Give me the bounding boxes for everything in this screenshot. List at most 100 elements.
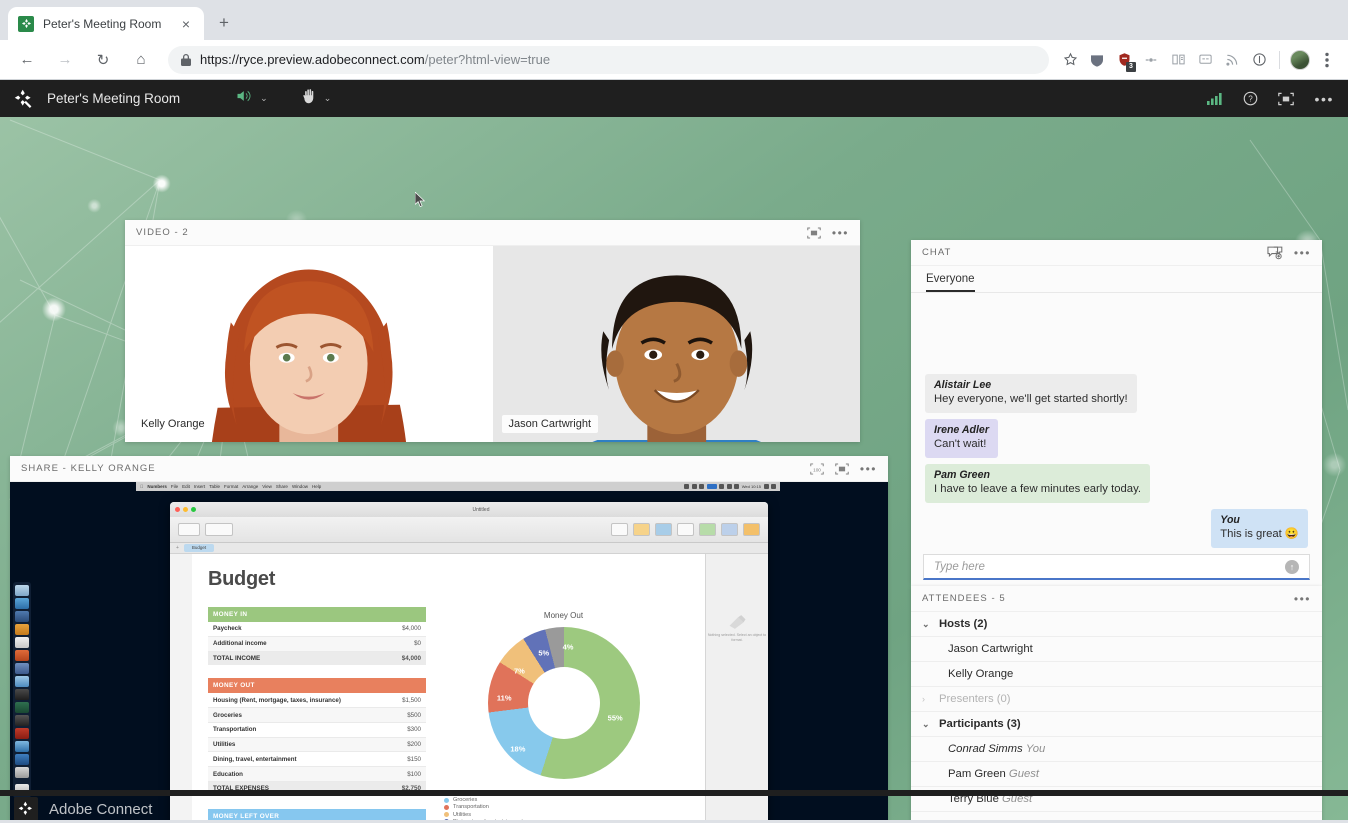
- media-button[interactable]: [721, 523, 738, 536]
- attendee-group-participants[interactable]: ⌄ Participants (3): [911, 712, 1322, 737]
- captions-icon[interactable]: [1192, 47, 1218, 73]
- attendees-pod-header: ATTENDEES - 5 •••: [911, 586, 1322, 612]
- video-name-tag: Jason Cartwright: [501, 415, 599, 433]
- fullscreen-icon[interactable]: [1278, 92, 1295, 106]
- browser-tab[interactable]: Peter's Meeting Room ×: [8, 7, 204, 40]
- chevron-right-icon[interactable]: ›: [922, 694, 931, 704]
- close-icon[interactable]: ×: [178, 16, 194, 32]
- mouse-cursor: [415, 192, 426, 208]
- dock-app-icon[interactable]: [15, 663, 29, 674]
- attendee-row[interactable]: Jason Cartwright: [911, 637, 1322, 662]
- dock-app-icon[interactable]: [15, 702, 29, 713]
- attendee-row[interactable]: Kelly Orange: [911, 662, 1322, 687]
- chat-input-field[interactable]: Type here ↑: [923, 554, 1310, 580]
- dock-app-icon[interactable]: [15, 637, 29, 648]
- shape-button[interactable]: [699, 523, 716, 536]
- browser-tool-icons: 3: [1057, 47, 1340, 73]
- chat-tab-bar: Everyone: [911, 266, 1322, 293]
- dock-app-icon[interactable]: [15, 585, 29, 596]
- fullscreen-icon[interactable]: [835, 462, 849, 475]
- video-pod-header: VIDEO - 2 •••: [125, 220, 860, 246]
- home-icon[interactable]: ⌂: [126, 45, 156, 75]
- room-title: Peter's Meeting Room: [47, 91, 181, 106]
- connection-status-icon[interactable]: [1207, 92, 1223, 105]
- chart-button[interactable]: [655, 523, 672, 536]
- dock-app-icon[interactable]: [15, 754, 29, 765]
- kebab-menu-icon[interactable]: [1314, 47, 1340, 73]
- dock-app-icon[interactable]: [15, 650, 29, 661]
- dock-app-icon[interactable]: [15, 767, 29, 778]
- chat-pod-title: CHAT: [922, 247, 952, 258]
- new-tab-button[interactable]: +: [210, 9, 238, 37]
- more-options-icon[interactable]: •••: [832, 227, 849, 239]
- view-button[interactable]: [178, 523, 200, 536]
- shield-icon[interactable]: [1084, 47, 1110, 73]
- insert-button[interactable]: [611, 523, 628, 536]
- info-circle-icon[interactable]: [1246, 47, 1272, 73]
- more-options-icon[interactable]: •••: [1294, 247, 1311, 259]
- tab-everyone[interactable]: Everyone: [926, 273, 975, 292]
- back-icon[interactable]: ←: [12, 45, 42, 75]
- dock-app-icon[interactable]: [15, 611, 29, 622]
- chevron-down-icon[interactable]: ⌄: [260, 93, 268, 104]
- table-total-row: TOTAL INCOME $4,000: [208, 651, 426, 666]
- dock-app-icon[interactable]: [15, 741, 29, 752]
- row-amount: $150: [368, 751, 426, 768]
- more-options-icon[interactable]: •••: [1294, 593, 1311, 605]
- money-out-table: MONEY OUT Housing (Rent, mortgage, taxes…: [208, 678, 426, 796]
- reader-icon[interactable]: [1165, 47, 1191, 73]
- avatar[interactable]: [1287, 47, 1313, 73]
- send-icon[interactable]: ↑: [1285, 559, 1299, 574]
- row-label: Housing (Rent, mortgage, taxes, insuranc…: [208, 693, 368, 709]
- row-label: Additional income: [208, 636, 368, 652]
- dock-app-icon[interactable]: [15, 598, 29, 609]
- close-icon[interactable]: [175, 507, 180, 512]
- attendee-group-hosts[interactable]: ⌄ Hosts (2): [911, 612, 1322, 637]
- chevron-down-icon[interactable]: ⌄: [922, 619, 931, 630]
- attendee-row[interactable]: Conrad Simms You: [911, 737, 1322, 762]
- fullscreen-icon[interactable]: [807, 226, 821, 239]
- help-icon[interactable]: ?: [1243, 91, 1258, 106]
- text-button[interactable]: [677, 523, 694, 536]
- table-button[interactable]: [633, 523, 650, 536]
- chat-pod: CHAT ••• Everyone Alistair Lee Hey every…: [911, 240, 1322, 590]
- dock-app-icon[interactable]: [15, 689, 29, 700]
- chat-text: I have to leave a few minutes early toda…: [934, 483, 1142, 496]
- rss-icon[interactable]: [1219, 47, 1245, 73]
- bookmark-star-icon[interactable]: [1057, 47, 1083, 73]
- comment-button[interactable]: [743, 523, 760, 536]
- sheet-tab[interactable]: Budget: [183, 544, 215, 552]
- slice-label: 11%: [496, 693, 512, 703]
- dock-app-icon[interactable]: [15, 728, 29, 739]
- raise-hand-icon[interactable]: [302, 88, 317, 109]
- mac-menu-item: Edit: [178, 484, 190, 489]
- ublock-icon[interactable]: 3: [1111, 47, 1137, 73]
- new-chat-icon[interactable]: [1267, 246, 1283, 260]
- maximize-icon[interactable]: [191, 507, 196, 512]
- audio-control[interactable]: ⌄: [236, 89, 268, 108]
- numbers-window[interactable]: Untitled + Budget Budget MONEY IN Payche…: [170, 502, 768, 820]
- shared-screen[interactable]:  Numbers FileEdit InsertTable FormatArr…: [10, 482, 888, 820]
- chevron-down-icon[interactable]: ⌄: [922, 719, 931, 730]
- address-bar[interactable]: https://ryce.preview.adobeconnect.com/pe…: [168, 45, 1049, 74]
- dock-app-icon[interactable]: [15, 624, 29, 635]
- raise-hand-control[interactable]: ⌄: [302, 88, 332, 109]
- chat-author: You: [1220, 514, 1240, 527]
- equalizer-icon[interactable]: [1138, 47, 1164, 73]
- attendee-row[interactable]: Pam Green Guest: [911, 762, 1322, 787]
- forward-icon[interactable]: →: [50, 45, 80, 75]
- attendee-group-presenters[interactable]: › Presenters (0): [911, 687, 1322, 712]
- dock-app-icon[interactable]: [15, 676, 29, 687]
- more-options-icon[interactable]: •••: [1314, 92, 1334, 106]
- video-tile[interactable]: Jason Cartwright: [492, 246, 860, 442]
- reload-icon[interactable]: ↻: [88, 45, 118, 75]
- attendee-role: Guest: [1008, 768, 1040, 780]
- more-options-icon[interactable]: •••: [860, 463, 877, 475]
- speaker-on-icon[interactable]: [236, 89, 253, 108]
- dock-app-icon[interactable]: [15, 715, 29, 726]
- minimize-icon[interactable]: [183, 507, 188, 512]
- zoom-select[interactable]: [205, 523, 233, 536]
- zoom-100-icon[interactable]: 100: [810, 462, 824, 475]
- chevron-down-icon[interactable]: ⌄: [324, 93, 332, 104]
- video-tile[interactable]: Kelly Orange: [125, 246, 493, 442]
